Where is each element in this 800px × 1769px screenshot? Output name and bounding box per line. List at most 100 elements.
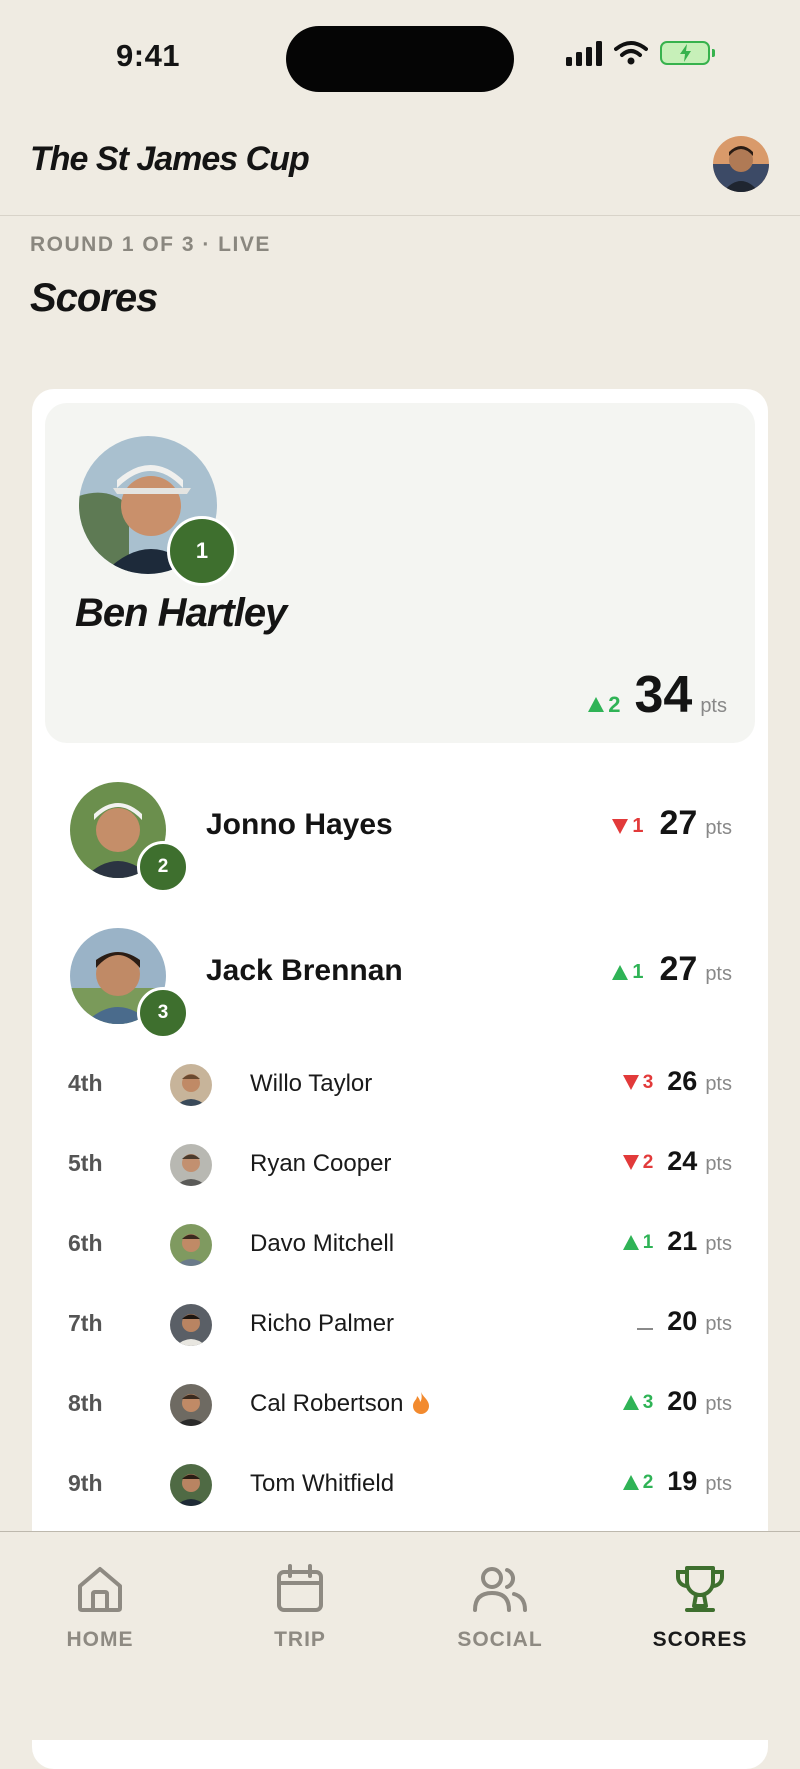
tab-social[interactable]: SOCIAL <box>420 1562 580 1652</box>
player-name: Tom Whitfield <box>250 1470 395 1497</box>
podium-row[interactable]: 2 Jonno Hayes 1 27 pts <box>32 774 768 893</box>
tab-trip[interactable]: TRIP <box>220 1562 380 1652</box>
calendar-icon <box>277 1564 323 1612</box>
movement-indicator: 2 <box>622 1152 653 1174</box>
points-value: 21 <box>667 1226 698 1256</box>
rank-position: 5th <box>68 1150 103 1176</box>
player-name: Cal Robertson <box>250 1390 431 1418</box>
dynamic-island <box>286 26 514 92</box>
points-value: 19 <box>667 1466 698 1496</box>
tab-label: TRIP <box>274 1628 326 1651</box>
fire-icon <box>413 1392 430 1414</box>
player-score: 1 21 pts <box>622 1226 732 1257</box>
leader-name: Ben Hartley <box>75 591 287 635</box>
rank-position: 7th <box>68 1310 103 1336</box>
movement-value: 3 <box>642 1391 654 1413</box>
rank-position: 6th <box>68 1230 103 1256</box>
wifi-icon <box>614 41 648 65</box>
tab-bar: HOME TRIP SOCIAL SCORES <box>0 1531 800 1740</box>
player-avatar <box>170 1144 212 1186</box>
points-unit: pts <box>700 695 727 717</box>
arrow-down-icon <box>622 1075 639 1090</box>
player-score: 3 20 pts <box>622 1386 732 1417</box>
rank-badge: 2 <box>137 841 189 893</box>
tab-home[interactable]: HOME <box>20 1562 180 1652</box>
player-score: 1 27 pts <box>612 950 732 989</box>
points-value: 20 <box>667 1386 698 1416</box>
app-header: The St James Cup <box>0 118 800 216</box>
leaderboard-row[interactable]: 9th Tom Whitfield 2 19 pts <box>32 1446 768 1526</box>
player-score: 1 27 pts <box>612 804 732 843</box>
arrow-up-icon <box>612 965 629 980</box>
movement-indicator: 1 <box>612 961 643 984</box>
leader-card[interactable]: 1 Ben Hartley 2 34 pts <box>45 403 755 743</box>
movement-value: 1 <box>632 815 644 837</box>
player-avatar <box>170 1224 212 1266</box>
points-unit: pts <box>705 1073 732 1095</box>
home-icon <box>78 1567 122 1612</box>
arrow-up-icon <box>622 1235 639 1250</box>
points-value: 27 <box>659 950 698 988</box>
rank-position: 4th <box>68 1070 103 1096</box>
player-score: 20 pts <box>637 1306 732 1337</box>
podium-row[interactable]: 3 Jack Brennan 1 27 pts <box>32 920 768 1039</box>
movement-indicator: 2 <box>588 692 620 718</box>
rank-position: 8th <box>68 1390 103 1416</box>
tab-scores[interactable]: SCORES <box>620 1562 780 1652</box>
app-title: The St James Cup <box>30 140 310 178</box>
player-name: Jonno Hayes <box>206 808 393 841</box>
points-value: 20 <box>667 1306 698 1336</box>
leader-score: 2 34 pts <box>588 665 727 725</box>
player-score: 3 26 pts <box>622 1066 732 1097</box>
movement-value: 3 <box>642 1071 654 1093</box>
movement-indicator: 1 <box>622 1232 653 1254</box>
points-value: 24 <box>667 1146 698 1176</box>
no-change-icon <box>637 1328 654 1330</box>
player-avatar <box>170 1464 212 1506</box>
leaderboard-row[interactable]: 6th Davo Mitchell 1 21 pts <box>32 1206 768 1286</box>
movement-indicator: 1 <box>612 815 643 838</box>
points-value: 26 <box>667 1066 698 1096</box>
rank-badge: 1 <box>167 516 237 586</box>
cellular-signal-icon <box>566 40 602 66</box>
player-name: Richo Palmer <box>250 1310 395 1337</box>
player-score: 2 24 pts <box>622 1146 732 1177</box>
player-name: Jack Brennan <box>206 954 403 987</box>
people-icon <box>473 1567 527 1612</box>
status-bar: 9:41 <box>0 0 800 118</box>
tab-label: SCORES <box>652 1628 748 1651</box>
status-icons <box>566 40 715 66</box>
movement-indicator: 2 <box>622 1471 654 1494</box>
player-name: Davo Mitchell <box>250 1230 395 1257</box>
movement-indicator: 3 <box>622 1391 654 1414</box>
points-unit: pts <box>705 1393 732 1415</box>
player-name: Willo Taylor <box>250 1070 373 1097</box>
movement-value: 2 <box>608 691 621 717</box>
leaderboard-row[interactable]: 5th Ryan Cooper 2 24 pts <box>32 1126 768 1206</box>
player-score: 2 19 pts <box>622 1466 732 1497</box>
movement-indicator: 3 <box>622 1071 654 1094</box>
points-unit: pts <box>705 1153 732 1175</box>
points-unit: pts <box>705 1233 732 1255</box>
rank-badge: 3 <box>137 987 189 1039</box>
points-value: 27 <box>659 804 698 842</box>
arrow-up-icon <box>588 697 605 712</box>
arrow-up-icon <box>622 1475 639 1490</box>
leaderboard-row[interactable]: 8th Cal Robertson 3 20 pts <box>32 1366 768 1446</box>
rank-position: 9th <box>68 1470 103 1496</box>
battery-charging-icon <box>660 41 715 65</box>
points-unit: pts <box>705 963 732 985</box>
points-value: 34 <box>634 666 693 724</box>
profile-avatar[interactable] <box>713 136 769 192</box>
movement-value: 1 <box>632 961 644 983</box>
round-status: ROUND 1 OF 3 · LIVE <box>30 233 271 256</box>
movement-value: 2 <box>642 1471 654 1493</box>
player-avatar <box>170 1384 212 1426</box>
tab-label: HOME <box>66 1628 134 1651</box>
page-title: Scores <box>30 276 158 320</box>
player-avatar <box>170 1064 212 1106</box>
leaderboard-row[interactable]: 4th Willo Taylor 3 26 pts <box>32 1046 768 1126</box>
arrow-down-icon <box>622 1155 639 1170</box>
points-unit: pts <box>705 1313 732 1335</box>
leaderboard-row[interactable]: 7th Richo Palmer 20 pts <box>32 1286 768 1366</box>
